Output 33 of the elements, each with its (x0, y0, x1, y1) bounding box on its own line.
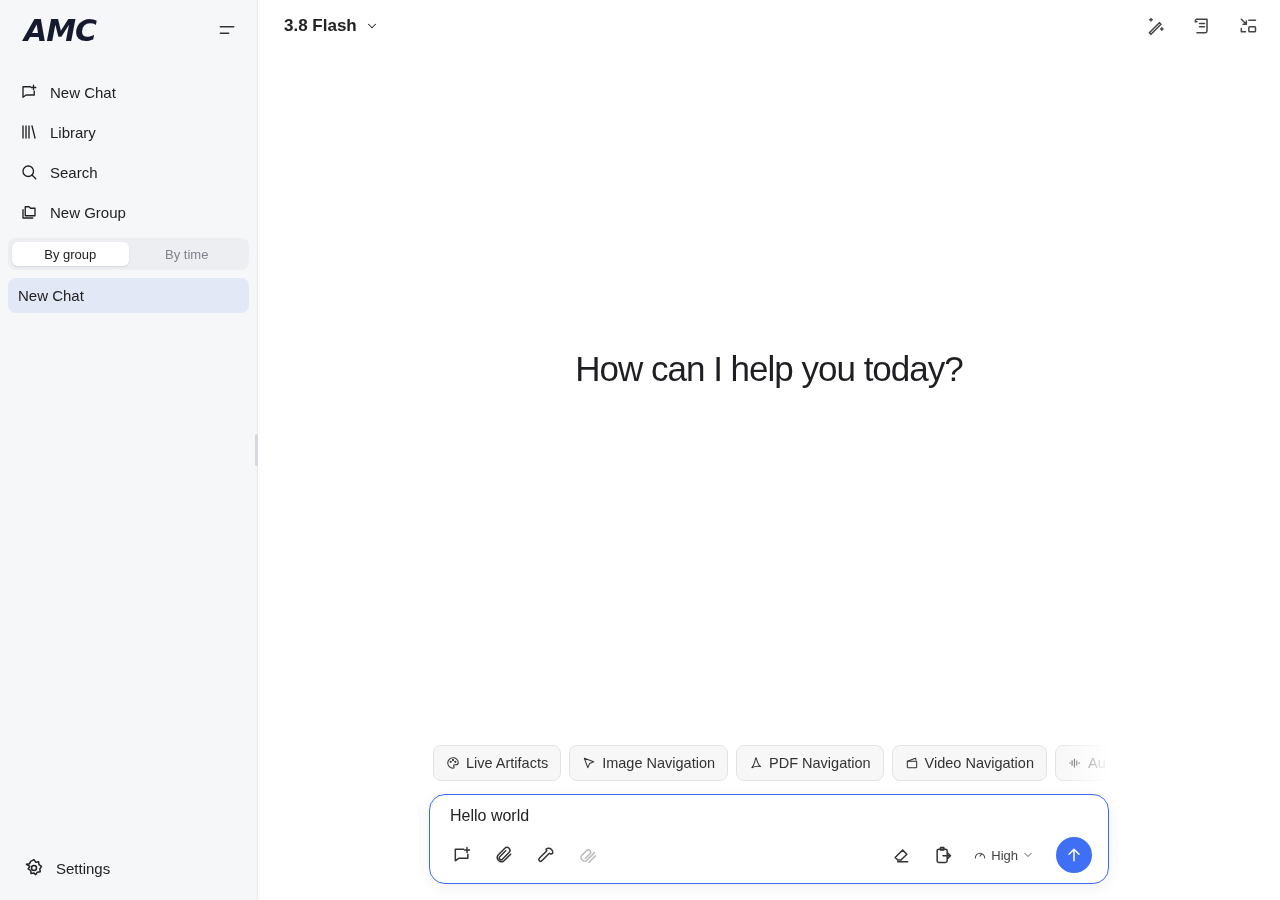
folders-icon (20, 203, 38, 221)
view-toggle-tab[interactable]: By group (12, 242, 129, 266)
greeting: How can I help you today? (575, 348, 963, 389)
chat-list-item[interactable]: New Chat (8, 278, 249, 313)
settings-icon (24, 858, 44, 878)
search-icon (20, 163, 38, 181)
magic-wand-icon (1146, 16, 1166, 36)
paperclip-icon (494, 845, 514, 865)
sidebar-nav-item[interactable]: Search (8, 152, 249, 192)
clapperboard-icon (904, 756, 919, 770)
sidebar-nav-item[interactable]: Library (8, 112, 249, 152)
suggestion-chip[interactable]: Video Navigation (891, 745, 1047, 781)
sidebar-nav-item[interactable]: New Chat (8, 72, 249, 112)
clipboard-export-icon (933, 845, 954, 865)
wrench-icon (536, 845, 556, 865)
library-icon (20, 123, 38, 141)
sidebar-nav-item[interactable]: New Group (8, 192, 249, 232)
suggestion-chip[interactable]: Image Navigation (569, 745, 729, 781)
settings-button[interactable]: Settings (8, 848, 249, 888)
effort-dropdown[interactable]: High (973, 847, 1034, 863)
suggestion-chip[interactable]: PDF Navigation (736, 745, 884, 781)
chat-plus-icon (20, 83, 38, 101)
swap-icon (1238, 16, 1258, 36)
palette-icon (446, 756, 460, 770)
suggestion-chip[interactable]: Live Artifacts (433, 745, 562, 781)
message-field[interactable]: Hello world High (429, 794, 1109, 884)
logo: AMC (24, 12, 97, 48)
send-button[interactable] (1056, 837, 1092, 873)
model-selector[interactable]: 3.8 Flash (284, 16, 379, 36)
cursor-icon (582, 756, 597, 770)
resize-handle[interactable] (255, 434, 258, 466)
waveform-icon (1067, 756, 1082, 770)
chat-plus-icon (452, 845, 472, 865)
